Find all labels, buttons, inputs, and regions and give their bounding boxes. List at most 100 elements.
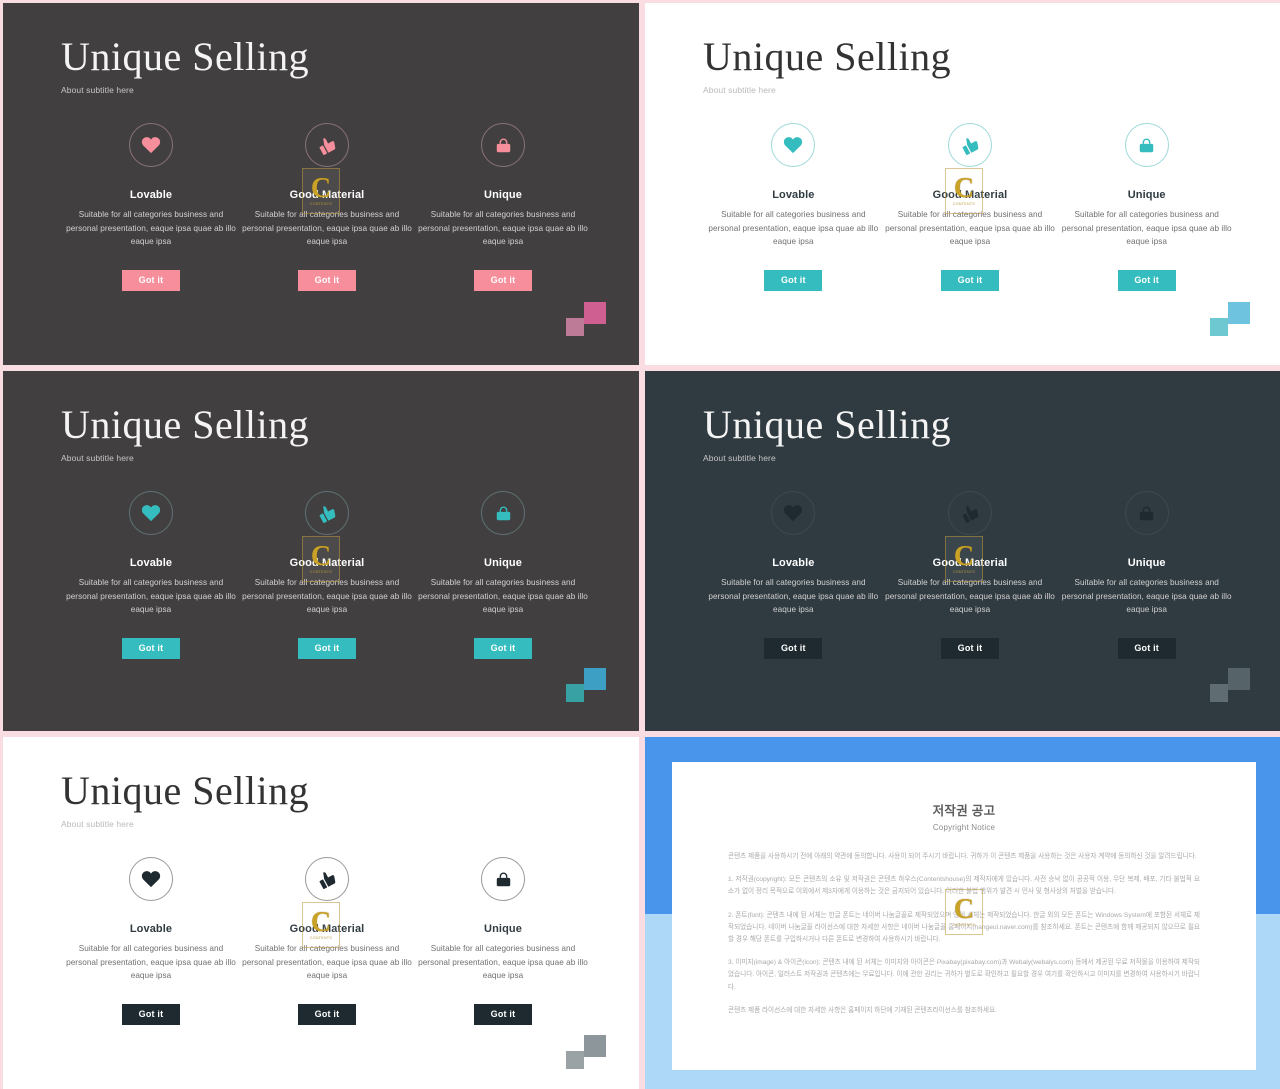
thumbs-up-icon bbox=[305, 491, 349, 535]
slide-header: Unique Selling About subtitle here bbox=[703, 34, 952, 96]
feature-columns: Lovable Suitable for all categories busi… bbox=[705, 491, 1235, 659]
feature-column: Lovable Suitable for all categories busi… bbox=[705, 123, 882, 291]
feature-columns: Lovable Suitable for all categories busi… bbox=[705, 123, 1235, 291]
copyright-paragraph: 콘텐츠 제품을 사용하시기 전에 아래의 약관에 동의합니다. 사용이 되어 주… bbox=[728, 853, 1197, 860]
feature-desc: Suitable for all categories business and… bbox=[66, 210, 236, 247]
feature-column: Lovable Suitable for all categories busi… bbox=[63, 491, 239, 659]
feature-title: Unique bbox=[484, 557, 522, 569]
slide-grid: Unique Selling About subtitle here Lovab… bbox=[0, 0, 1280, 1089]
feature-desc: Suitable for all categories business and… bbox=[66, 944, 236, 981]
feature-column: Unique Suitable for all categories busin… bbox=[415, 123, 591, 291]
got-it-button[interactable]: Got it bbox=[941, 269, 999, 291]
heart-icon bbox=[129, 857, 173, 901]
thumbs-up-icon bbox=[305, 857, 349, 901]
feature-column: Good Material Suitable for all categorie… bbox=[239, 123, 415, 291]
feature-desc: Suitable for all categories business and… bbox=[418, 578, 588, 615]
copyright-paragraph: 3. 이미지(image) & 아이콘(icon): 콘텐츠 내에 된 서체는 … bbox=[728, 959, 1200, 991]
got-it-button[interactable]: Got it bbox=[122, 637, 180, 659]
slide-white-black[interactable]: Unique Selling About subtitle here Lovab… bbox=[3, 737, 639, 1089]
feature-title: Lovable bbox=[129, 923, 173, 935]
feature-desc: Suitable for all categories business and… bbox=[708, 578, 879, 615]
slide-dark-pink[interactable]: Unique Selling About subtitle here Lovab… bbox=[3, 3, 639, 365]
decorative-squares bbox=[1210, 302, 1250, 336]
slide-header: Unique Selling About subtitle here bbox=[61, 768, 310, 830]
slide-white-teal[interactable]: Unique Selling About subtitle here Lovab… bbox=[645, 3, 1280, 365]
got-it-button[interactable]: Got it bbox=[122, 1003, 180, 1025]
feature-column: Good Material Suitable for all categorie… bbox=[239, 857, 415, 1025]
heart-icon bbox=[771, 123, 816, 167]
feature-desc: Suitable for all categories business and… bbox=[708, 210, 879, 247]
feature-title: Good Material bbox=[289, 923, 365, 935]
slide-slate-black[interactable]: Unique Selling About subtitle here Lovab… bbox=[645, 371, 1280, 731]
heart-icon bbox=[129, 491, 173, 535]
feature-desc: Suitable for all categories business and… bbox=[418, 944, 588, 981]
feature-desc: Suitable for all categories business and… bbox=[418, 210, 588, 247]
feature-column: Unique Suitable for all categories busin… bbox=[415, 491, 591, 659]
feature-title: Unique bbox=[484, 189, 522, 201]
page-subtitle: About subtitle here bbox=[61, 453, 134, 463]
feature-title: Lovable bbox=[129, 189, 173, 201]
feature-column: Lovable Suitable for all categories busi… bbox=[705, 491, 882, 659]
got-it-button[interactable]: Got it bbox=[474, 269, 532, 291]
got-it-button[interactable]: Got it bbox=[941, 637, 999, 659]
page-title: Unique Selling bbox=[703, 402, 952, 447]
feature-columns: Lovable Suitable for all categories busi… bbox=[63, 123, 591, 291]
feature-column: Good Material Suitable for all categorie… bbox=[239, 491, 415, 659]
got-it-button[interactable]: Got it bbox=[764, 269, 823, 291]
page-subtitle: About subtitle here bbox=[703, 453, 776, 463]
feature-title: Good Material bbox=[932, 557, 1008, 569]
handbag-icon bbox=[1124, 491, 1169, 535]
got-it-button[interactable]: Got it bbox=[1117, 269, 1176, 291]
got-it-button[interactable]: Got it bbox=[764, 637, 823, 659]
handbag-icon bbox=[481, 491, 525, 535]
feature-title: Good Material bbox=[932, 189, 1008, 201]
heart-icon bbox=[771, 491, 816, 535]
feature-columns: Lovable Suitable for all categories busi… bbox=[63, 857, 591, 1025]
page-subtitle: About subtitle here bbox=[703, 85, 776, 95]
got-it-button[interactable]: Got it bbox=[1117, 637, 1176, 659]
feature-title: Good Material bbox=[289, 557, 365, 569]
copyright-paragraph: 콘텐츠 제품 라이선스에 대한 자세한 사항은 홈페이지 하단에 기재된 콘텐츠… bbox=[728, 1006, 997, 1014]
decorative-squares bbox=[566, 668, 606, 702]
feature-title: Lovable bbox=[129, 557, 173, 569]
feature-desc: Suitable for all categories business and… bbox=[885, 210, 1055, 247]
page-title: Unique Selling bbox=[703, 34, 952, 79]
feature-column: Unique Suitable for all categories busin… bbox=[415, 857, 591, 1025]
got-it-button[interactable]: Got it bbox=[474, 1003, 532, 1025]
copyright-body: 콘텐츠 제품을 사용하시기 전에 아래의 약관에 동의합니다. 사용이 되어 주… bbox=[728, 851, 1200, 1017]
feature-desc: Suitable for all categories business and… bbox=[1061, 578, 1232, 615]
feature-column: Good Material Suitable for all categorie… bbox=[882, 123, 1059, 291]
page-subtitle: About subtitle here bbox=[61, 819, 134, 829]
feature-title: Unique bbox=[1127, 189, 1166, 201]
feature-title: Unique bbox=[484, 923, 522, 935]
copyright-paper: 저작권 공고 Copyright Notice 콘텐츠 제품을 사용하시기 전에… bbox=[672, 762, 1256, 1070]
got-it-button[interactable]: Got it bbox=[474, 637, 532, 659]
slide-dark-teal[interactable]: Unique Selling About subtitle here Lovab… bbox=[3, 371, 639, 731]
got-it-button[interactable]: Got it bbox=[122, 269, 180, 291]
page-title: Unique Selling bbox=[61, 34, 310, 79]
handbag-icon bbox=[1124, 123, 1169, 167]
page-title: Unique Selling bbox=[61, 768, 310, 813]
feature-title: Unique bbox=[1127, 557, 1166, 569]
copyright-paragraph: 2. 폰트(font): 콘텐츠 내에 된 서체는 한글 폰트는 네이버 나눔글… bbox=[728, 911, 1200, 943]
feature-column: Lovable Suitable for all categories busi… bbox=[63, 857, 239, 1025]
got-it-button[interactable]: Got it bbox=[298, 1003, 356, 1025]
feature-desc: Suitable for all categories business and… bbox=[1061, 210, 1232, 247]
feature-desc: Suitable for all categories business and… bbox=[242, 210, 412, 247]
got-it-button[interactable]: Got it bbox=[298, 637, 356, 659]
feature-desc: Suitable for all categories business and… bbox=[242, 944, 412, 981]
page-subtitle: About subtitle here bbox=[61, 85, 134, 95]
feature-title: Good Material bbox=[289, 189, 365, 201]
got-it-button[interactable]: Got it bbox=[298, 269, 356, 291]
copyright-paragraph: 1. 저작권(copyright): 모든 콘텐츠의 소유 및 저작권은 콘텐츠… bbox=[728, 876, 1200, 896]
decorative-squares bbox=[566, 1035, 606, 1069]
feature-desc: Suitable for all categories business and… bbox=[885, 578, 1055, 615]
page-title: Unique Selling bbox=[61, 402, 310, 447]
feature-column: Lovable Suitable for all categories busi… bbox=[63, 123, 239, 291]
feature-columns: Lovable Suitable for all categories busi… bbox=[63, 491, 591, 659]
slide-header: Unique Selling About subtitle here bbox=[703, 402, 952, 464]
handbag-icon bbox=[481, 857, 525, 901]
feature-column: Unique Suitable for all categories busin… bbox=[1058, 491, 1235, 659]
slide-copyright[interactable]: 저작권 공고 Copyright Notice 콘텐츠 제품을 사용하시기 전에… bbox=[645, 737, 1280, 1089]
decorative-squares bbox=[566, 302, 606, 336]
